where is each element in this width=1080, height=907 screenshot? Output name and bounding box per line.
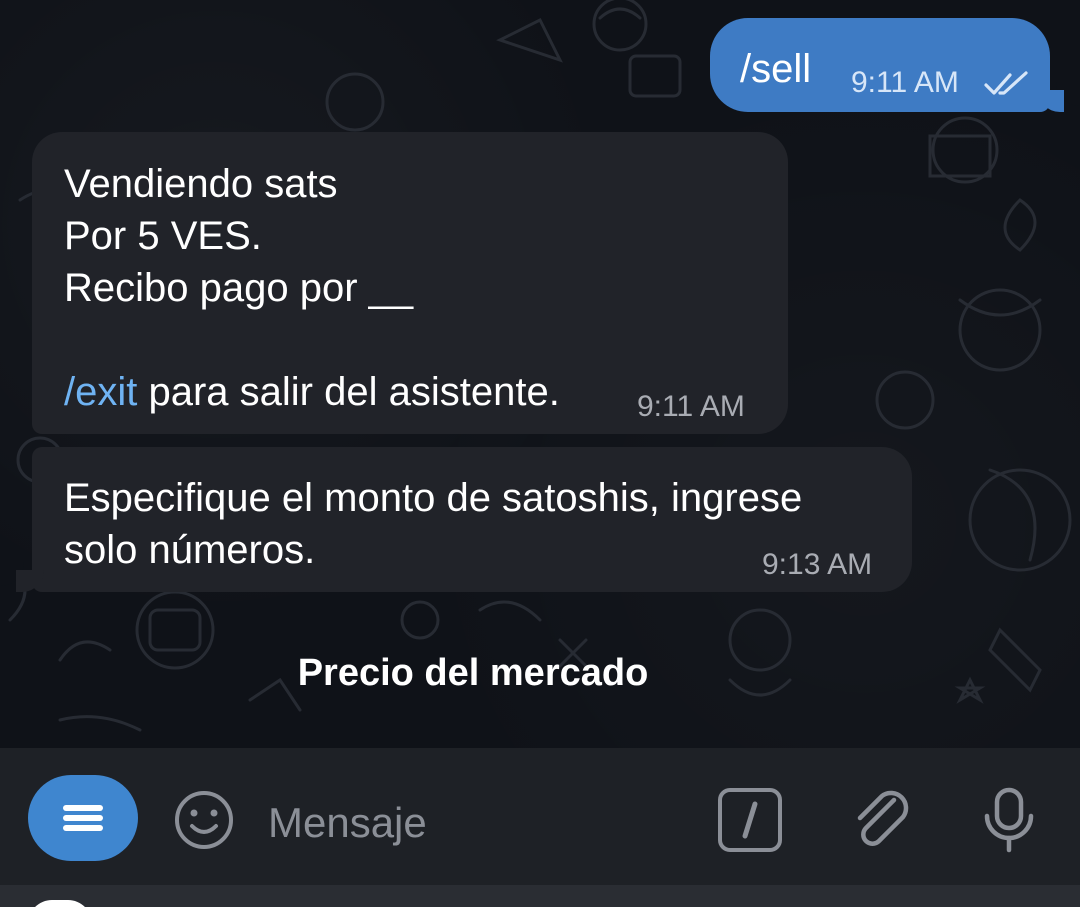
incoming-message-line: solo números. bbox=[64, 528, 316, 572]
incoming-message-line: Vendiendo sats bbox=[64, 162, 338, 206]
incoming-message-line: Especifique el monto de satoshis, ingres… bbox=[64, 476, 803, 520]
exit-command-link[interactable]: /exit bbox=[64, 370, 137, 414]
incoming-message-command-line: /exit para salir del asistente. bbox=[64, 372, 560, 412]
incoming-message-time: 9:11 AM bbox=[637, 390, 745, 423]
double-check-icon bbox=[984, 71, 1028, 95]
slash-command-icon[interactable] bbox=[716, 786, 784, 854]
smile-icon[interactable] bbox=[172, 788, 236, 852]
menu-icon bbox=[63, 825, 103, 831]
bot-menu-button[interactable] bbox=[28, 775, 138, 861]
bubble-tail bbox=[1038, 90, 1064, 112]
microphone-icon[interactable] bbox=[975, 786, 1043, 854]
system-navigation-bar bbox=[0, 885, 1080, 907]
paperclip-icon[interactable] bbox=[850, 786, 918, 854]
incoming-message-line: Recibo pago por __ bbox=[64, 266, 414, 310]
outgoing-message-time: 9:11 AM bbox=[851, 66, 959, 99]
command-description: para salir del asistente. bbox=[137, 370, 560, 414]
bubble-tail bbox=[16, 570, 44, 592]
market-price-button[interactable]: Precio del mercado bbox=[0, 654, 946, 692]
incoming-message-line: Por 5 VES. bbox=[64, 214, 262, 258]
menu-icon bbox=[63, 805, 103, 811]
chat-screen: /sell 9:11 AM Vendiendo sats Por 5 VES. … bbox=[0, 0, 1080, 907]
incoming-message-time: 9:13 AM bbox=[762, 548, 873, 581]
menu-icon bbox=[63, 815, 103, 821]
outgoing-message-text: /sell bbox=[740, 47, 812, 91]
message-input[interactable] bbox=[268, 796, 688, 850]
